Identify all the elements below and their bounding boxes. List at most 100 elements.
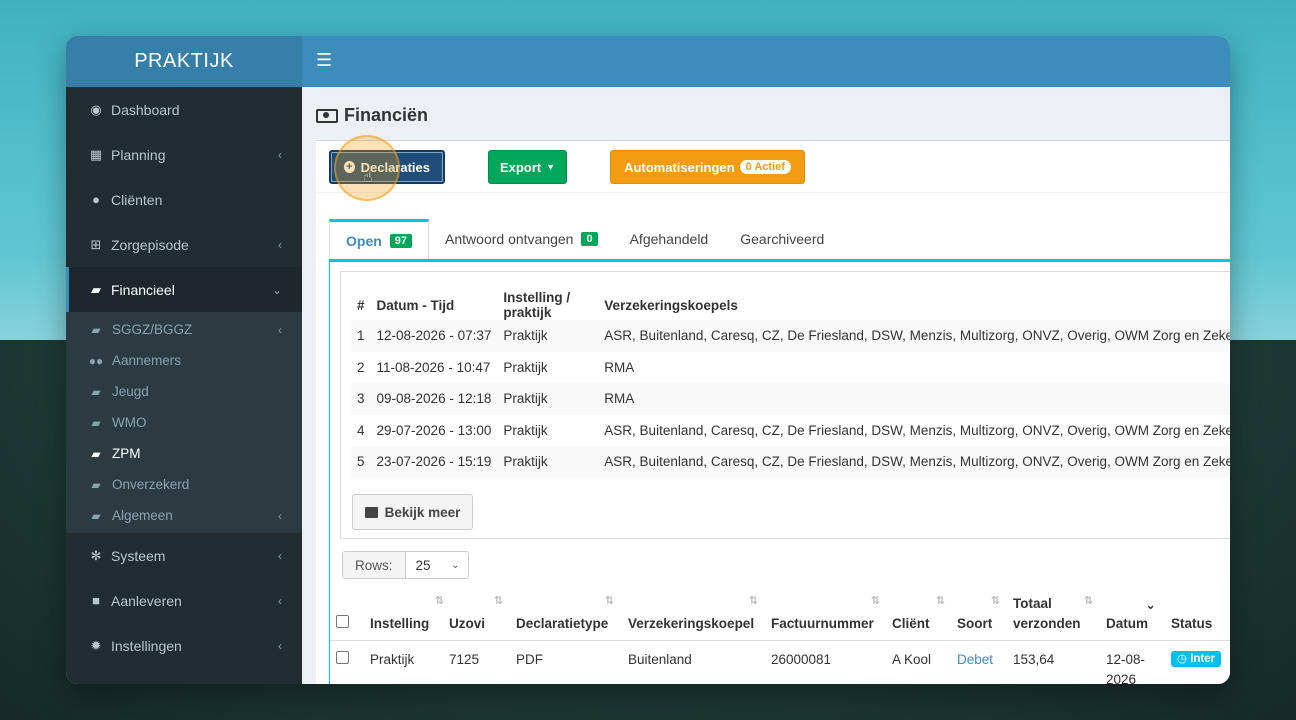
cell: ASR, Buitenland, Caresq, CZ, De Frieslan… [604, 422, 1230, 438]
sidebar-item-dashboard[interactable]: ◉ Dashboard [66, 87, 302, 132]
tab-open[interactable]: Open 97 [329, 219, 430, 259]
chevron-left-icon: ‹ [278, 548, 282, 563]
cell-uzovi: 7125 [449, 652, 480, 667]
sidebar-item-zorgepisode[interactable]: ⊞ Zorgepisode ‹ [66, 222, 302, 267]
rows-select[interactable]: 25 ⌄ [406, 552, 468, 578]
sidebar-item-instellingen[interactable]: ✹ Instellingen ‹ [66, 623, 302, 668]
declaraties-button[interactable]: + Declaraties [329, 150, 445, 184]
truck-icon: ■ [92, 593, 100, 608]
app-logo[interactable]: PRAKTIJK [66, 36, 302, 87]
col-soort[interactable]: Soort ⇅ [957, 590, 1004, 640]
cell: 2 [357, 359, 365, 375]
cell: Praktijk [497, 446, 599, 478]
cell: 4 [357, 422, 365, 438]
sidebar-item-planning[interactable]: ▦ Planning ‹ [66, 132, 302, 177]
tab-afgehandeld[interactable]: Afgehandeld [614, 219, 725, 259]
actief-badge: 0 Actief [739, 160, 791, 174]
sidebar-item-aanleveren[interactable]: ■ Aanleveren ‹ [66, 578, 302, 623]
row-checkbox[interactable] [336, 651, 349, 664]
table-row[interactable]: 5 23-07-2026 - 15:19 Praktijk ASR, Buite… [351, 446, 1230, 478]
col-uzovi[interactable]: Uzovi ⇅ [449, 590, 507, 640]
sub-item-aannemers[interactable]: ●● Aannemers [66, 345, 302, 376]
col-label-line2: verzonden [1013, 616, 1081, 631]
table-row[interactable]: 4 29-07-2026 - 13:00 Praktijk ASR, Buite… [351, 415, 1230, 447]
soort-link[interactable]: Debet [957, 650, 993, 670]
sub-item-onverzekerd[interactable]: ▰ Onverzekerd [66, 469, 302, 500]
sidebar-item-clienten[interactable]: ● Cliënten [66, 177, 302, 222]
sub-item-sggz-bggz[interactable]: ▰ SGGZ/BGGZ ‹ [66, 314, 302, 345]
col-label: Datum [1106, 616, 1149, 631]
tab-label: Open [346, 232, 382, 249]
chevron-left-icon: ‹ [278, 593, 282, 608]
cogs-icon: ✻ [90, 547, 102, 563]
tab-antwoord-ontvangen[interactable]: Antwoord ontvangen 0 [429, 219, 614, 259]
chevron-left-icon: ‹ [278, 322, 282, 337]
book-icon: ▰ [91, 508, 101, 523]
col-label: Uzovi [449, 616, 486, 631]
sidebar-item-financieel[interactable]: ▰ Financieel ⌄ [66, 267, 302, 312]
sub-item-jeugd[interactable]: ▰ Jeugd [66, 376, 302, 407]
col-instelling[interactable]: Instelling ⇅ [370, 590, 448, 640]
cell-verzekeringskoepel: Buitenland [628, 652, 692, 667]
export-button[interactable]: Export ▼ [488, 150, 567, 184]
book-icon: ▰ [91, 281, 101, 297]
tab-gearchiveerd[interactable]: Gearchiveerd [724, 219, 840, 259]
toolbar: + Declaraties ☝ Export ▼ Automatiseringe… [316, 135, 1230, 201]
sub-item-label: WMO [112, 415, 147, 430]
book-icon: ▰ [91, 415, 101, 430]
sub-item-wmo[interactable]: ▰ WMO [66, 407, 302, 438]
cell: 3 [351, 383, 371, 415]
sidebar-item-systeem[interactable]: ✻ Systeem ‹ [66, 533, 302, 578]
sort-icon: ⇅ [870, 595, 880, 607]
col-totaal-verzonden[interactable]: Totaal verzonden ⇅ [1013, 590, 1097, 640]
sort-icon: ⇅ [935, 595, 945, 607]
sidebar-item-label: Zorgepisode [111, 236, 189, 253]
col-factuurnummer[interactable]: Factuurnummer ⇅ [771, 590, 884, 640]
select-all-checkbox[interactable] [336, 615, 349, 628]
cell: 23-07-2026 - 15:19 [370, 446, 498, 478]
col-verzekeringskoepel[interactable]: Verzekeringskoepel ⇅ [628, 590, 762, 640]
cell: RMA [598, 383, 1230, 415]
col-client[interactable]: Cliënt ⇅ [892, 590, 949, 640]
bekijk-meer-button[interactable]: Bekijk meer [352, 494, 473, 530]
hamburger-menu-icon[interactable]: ☰ [316, 50, 332, 71]
hand-cursor-icon: ☝ [363, 169, 373, 186]
cell: ASR, Buitenland, Caresq, CZ, De Frieslan… [598, 320, 1230, 352]
count-badge: 0 [581, 232, 598, 246]
cell: Praktijk [497, 320, 599, 352]
cell-instelling: Praktijk [370, 652, 415, 667]
col-datum[interactable]: Datum ⌄ [1106, 590, 1162, 640]
table-row[interactable]: 2 11-08-2026 - 10:47 Praktijk RMA [351, 352, 1230, 384]
table-row[interactable]: 3 09-08-2026 - 12:18 Praktijk RMA [351, 383, 1230, 415]
sub-item-label: ZPM [112, 446, 141, 461]
col-declaratietype[interactable]: Declaratietype ⇅ [516, 590, 618, 640]
col-label-line1: Totaal [1013, 596, 1052, 611]
cell-client: A Kool [892, 652, 932, 667]
sidebar-item-label: Aanleveren [111, 592, 182, 609]
col-status[interactable]: Status [1171, 590, 1230, 640]
sidebar-item-label: Systeem [111, 547, 166, 564]
cell-declaratietype: PDF [516, 652, 543, 667]
cell: 09-08-2026 - 12:18 [370, 383, 498, 415]
export-label: Export [499, 159, 542, 175]
automatiseringen-button[interactable]: Automatiseringen 0 Actief [610, 150, 805, 184]
cell: 29-07-2026 - 13:00 [376, 422, 492, 438]
col-label-wrap: Totaal verzonden [1013, 594, 1081, 634]
col-number: # [357, 297, 365, 313]
cell-datum: 12-08- 2026 [1106, 650, 1145, 684]
caret-down-icon: ▼ [546, 162, 556, 172]
table-row[interactable]: Praktijk 7125 PDF Buitenland 26000081 A … [330, 640, 1230, 684]
sort-icon: ⇅ [990, 595, 1000, 607]
sidebar: PRAKTIJK ◉ Dashboard ▦ Planning ‹ ● Clië… [66, 36, 302, 684]
sub-item-algemeen[interactable]: ▰ Algemeen ‹ [66, 500, 302, 531]
medkit-icon: ⊞ [90, 236, 102, 252]
declaration-tabs: Open 97 Antwoord ontvangen 0 Afgehandeld… [329, 219, 840, 259]
sub-item-zpm[interactable]: ▰ ZPM [66, 438, 302, 469]
chevron-left-icon: ‹ [278, 638, 282, 653]
money-icon [316, 108, 338, 123]
table-row[interactable]: 1 12-08-2026 - 07:37 Praktijk ASR, Buite… [351, 320, 1230, 352]
cell: ASR, Buitenland, Caresq, CZ, De Frieslan… [598, 446, 1230, 478]
col-label: Verzekeringskoepel [628, 616, 755, 631]
tab-label: Gearchiveerd [740, 231, 825, 247]
sidebar-item-label: Instellingen [111, 637, 182, 654]
